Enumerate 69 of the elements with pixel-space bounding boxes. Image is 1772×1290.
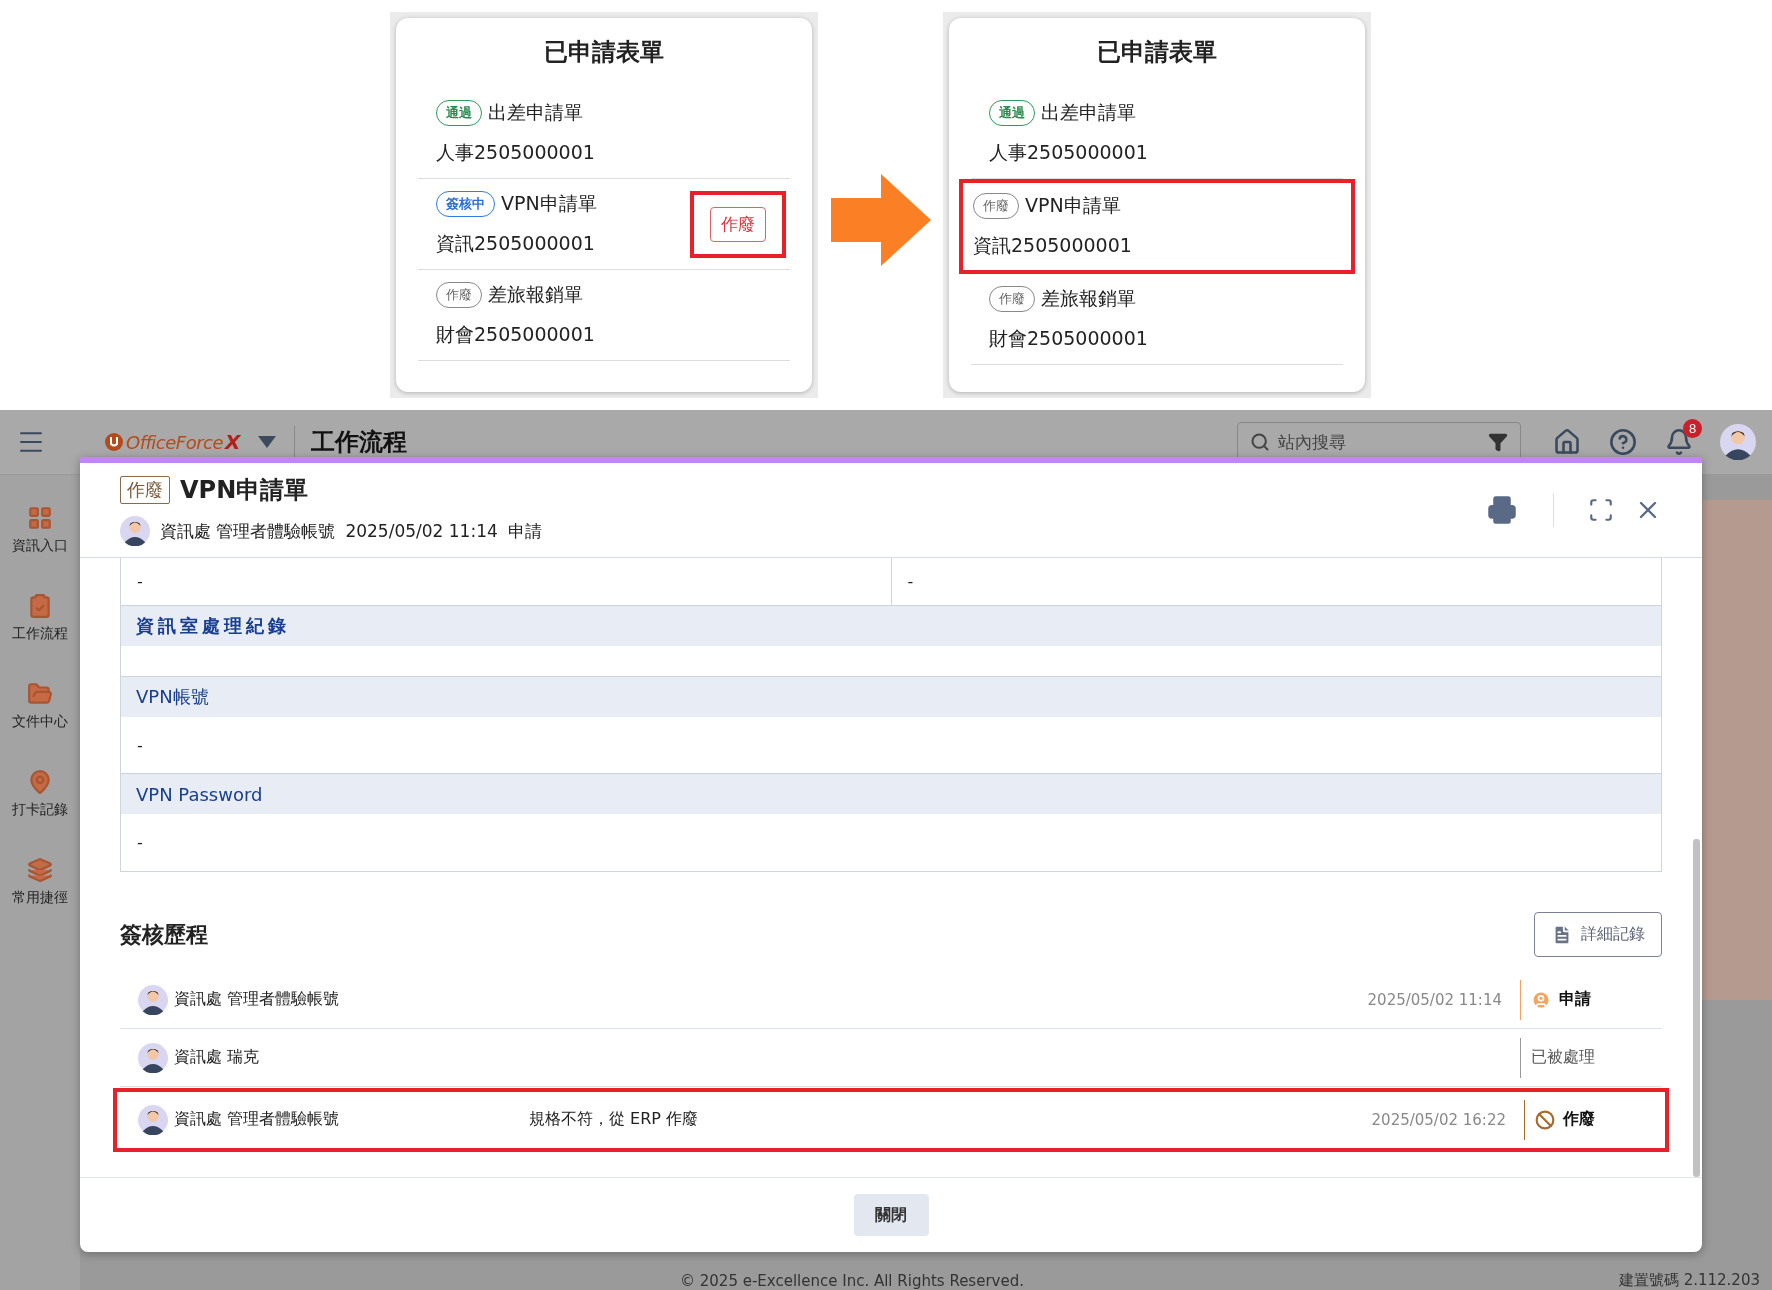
form-name: VPN申請單	[1025, 193, 1121, 218]
close-button[interactable]: 關閉	[853, 1194, 929, 1236]
signer-name: 資訊處 瑞克	[174, 1047, 261, 1068]
status-tag: 作廢	[120, 476, 170, 504]
history-action: 已被處理	[1531, 1047, 1595, 1068]
void-button[interactable]: 作廢	[710, 206, 766, 242]
user-avatar	[138, 1042, 168, 1073]
grid-icon	[27, 505, 53, 531]
sidebar-item[interactable]: 常用捷徑	[12, 857, 68, 907]
table-cell: -	[121, 558, 892, 605]
arrow-icon	[830, 174, 931, 266]
notification-badge: 8	[1683, 419, 1702, 438]
history-time: 2025/05/02 16:22	[1371, 1110, 1506, 1129]
form-number: 資訊2505000001	[973, 233, 1133, 258]
dialog-title: VPN申請單	[180, 475, 309, 506]
sidebar-item[interactable]: 打卡記錄	[12, 769, 68, 819]
sidebar-item[interactable]: 文件中心	[12, 681, 68, 731]
card-title: 已申請表單	[1096, 37, 1218, 68]
form-name: 差旅報銷單	[488, 282, 583, 307]
user-avatar	[1720, 424, 1756, 460]
section-header: VPN Password	[121, 774, 1661, 814]
print-icon[interactable]	[1487, 495, 1517, 525]
comment-text: 規格不符，從 ERP 作廢	[529, 1109, 699, 1128]
build-number: 建置號碼 2.112.203	[1618, 1271, 1760, 1290]
history-action: 申請	[1559, 989, 1591, 1010]
help-icon[interactable]	[1609, 428, 1637, 456]
map-pin-icon	[27, 769, 53, 795]
table-cell-text: -	[906, 571, 915, 593]
form-number: 人事2505000001	[436, 140, 596, 165]
section-header: 資訊室處理紀錄	[121, 606, 1661, 646]
folder-icon	[27, 681, 53, 707]
section-header: VPN帳號	[121, 677, 1661, 717]
user-avatar	[138, 984, 168, 1015]
logo: OfficeForceX	[104, 430, 241, 454]
apply-time: 2025/05/02 11:14	[345, 521, 498, 541]
form-name: 出差申請單	[1041, 100, 1136, 125]
filter-icon[interactable]	[1488, 432, 1508, 452]
form-number: 財會2505000001	[989, 326, 1149, 351]
signer-name: 資訊處 管理者體驗帳號	[174, 989, 341, 1010]
notification-button[interactable]: 8	[1665, 419, 1702, 456]
history-time: 2025/05/02 11:14	[1367, 990, 1502, 1009]
detail-log-button[interactable]: 詳細記錄	[1534, 912, 1662, 957]
caret-icon[interactable]	[258, 436, 277, 448]
form-number: 人事2505000001	[989, 140, 1149, 165]
ban-icon	[1535, 1109, 1555, 1130]
applicant-name: 資訊處 管理者體驗帳號	[160, 519, 336, 543]
scrollbar-thumb[interactable]	[1693, 839, 1700, 1177]
form-number: 財會2505000001	[436, 322, 596, 347]
copyright-text: © 2025 e-Excellence Inc. All Rights Reserved.	[680, 1272, 1024, 1290]
sidebar-item[interactable]: 資訊入口	[12, 505, 68, 555]
user-circle-icon	[1531, 989, 1551, 1010]
sidebar-item[interactable]: 工作流程	[12, 593, 68, 643]
home-icon[interactable]	[1553, 428, 1581, 456]
user-avatar	[138, 1104, 168, 1135]
expand-icon[interactable]	[1588, 497, 1614, 523]
card-title: 已申請表單	[543, 37, 665, 68]
signer-name: 資訊處 管理者體驗帳號	[174, 1109, 341, 1130]
user-avatar	[120, 516, 150, 546]
form-name: 差旅報銷單	[1041, 286, 1136, 311]
section-title: 簽核歷程	[120, 920, 208, 949]
form-name: 出差申請單	[488, 100, 583, 125]
search-icon	[1250, 432, 1270, 452]
history-action: 作廢	[1563, 1109, 1595, 1130]
clipboard-check-icon	[27, 593, 53, 619]
layers-icon	[27, 857, 53, 883]
apply-action: 申請	[507, 519, 542, 543]
field-value: -	[136, 832, 144, 854]
form-number: 資訊2505000001	[436, 231, 596, 256]
form-name: VPN申請單	[501, 191, 597, 216]
